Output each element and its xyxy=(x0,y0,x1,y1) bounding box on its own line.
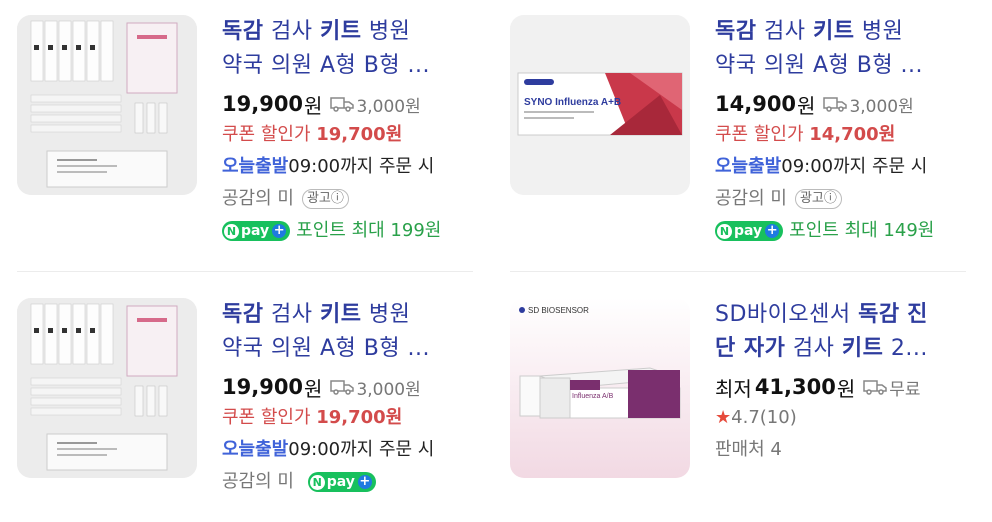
ad-badge[interactable]: 광고ⓘ xyxy=(301,189,349,209)
product-image[interactable]: SYNO Influenza A+B xyxy=(510,15,690,195)
shipping-fee: 무료 xyxy=(889,379,921,400)
box-text: Influenza A/B xyxy=(572,393,614,400)
product-card[interactable]: SYNO Influenza A+B 독감 검사 키트 병원 약국 의원 A형 … xyxy=(510,15,980,245)
test-kit-image xyxy=(17,15,197,195)
plus-icon: + xyxy=(765,223,780,238)
product-image[interactable] xyxy=(17,15,197,195)
test-kit-image xyxy=(17,298,197,478)
product-card[interactable]: SD BIOSENSOR Influenza A/B SD바이오센서 독감 진 … xyxy=(510,298,980,518)
npay-n-icon: N xyxy=(717,223,732,239)
shipping-fee: 3,000원 xyxy=(356,379,421,400)
npay-n-icon: N xyxy=(309,474,325,490)
truck-icon xyxy=(330,97,355,112)
product-card[interactable]: 독감 검사 키트 병원 약국 의원 A형 B형 ... 19,900 원 3,00… xyxy=(17,15,487,245)
price: 19,900 xyxy=(222,92,304,116)
today-shipping: 오늘출발09:00까지 주문 시 xyxy=(222,156,435,177)
price-row: 19,900 원 3,000원 xyxy=(222,375,421,401)
npay-n-icon: N xyxy=(224,223,239,239)
brand-text: SD BIOSENSOR xyxy=(528,306,589,315)
rating[interactable]: ★4.7(10) xyxy=(715,402,975,434)
npay-points: Npay + 포인트 최대 199원 xyxy=(222,215,482,247)
shipping-fee: 3,000원 xyxy=(356,96,421,117)
truck-icon xyxy=(823,97,848,112)
coupon-price: 쿠폰 할인가 19,700원 xyxy=(222,407,403,428)
product-image[interactable]: SD BIOSENSOR Influenza A/B xyxy=(510,298,690,478)
price: 14,900 xyxy=(715,92,797,116)
product-title[interactable]: 독감 검사 키트 병원 약국 의원 A형 B형 ... xyxy=(222,298,482,366)
price: 19,900 xyxy=(222,375,304,399)
ad-badge[interactable]: 광고ⓘ xyxy=(794,189,842,209)
truck-icon xyxy=(863,380,888,395)
today-shipping: 오늘출발09:00까지 주문 시 xyxy=(222,439,435,460)
plus-icon: + xyxy=(272,223,287,238)
plus-icon: + xyxy=(357,474,372,489)
kit-name-text: SYNO Influenza A+B xyxy=(524,97,621,108)
product-title[interactable]: 독감 검사 키트 병원 약국 의원 A형 B형 ... xyxy=(222,15,482,83)
npay-points: Npay + 포인트 최대 149원 xyxy=(715,215,975,247)
coupon-price: 쿠폰 할인가 14,700원 xyxy=(715,124,896,145)
lowest-label: 최저 xyxy=(715,376,752,401)
npay-badge: Npay + xyxy=(307,472,376,492)
today-shipping: 오늘출발09:00까지 주문 시 xyxy=(715,156,928,177)
seller[interactable]: 공감의 미 광고ⓘ xyxy=(222,183,482,215)
npay-badge: Npay + xyxy=(222,221,291,241)
price-row: 19,900 원 3,000원 xyxy=(222,92,421,118)
sd-biosensor-kit-image: SD BIOSENSOR Influenza A/B xyxy=(510,298,690,478)
divider xyxy=(17,271,473,272)
coupon-price: 쿠폰 할인가 19,700원 xyxy=(222,124,403,145)
product-title[interactable]: SD바이오센서 독감 진 단 자가 검사 키트 2... xyxy=(715,298,975,366)
truck-icon xyxy=(330,380,355,395)
product-card[interactable]: 독감 검사 키트 병원 약국 의원 A형 B형 ... 19,900 원 3,00… xyxy=(17,298,487,518)
price: 41,300 xyxy=(754,375,836,399)
seller[interactable]: 공감의 미 광고ⓘ xyxy=(715,183,975,215)
npay-badge: Npay + xyxy=(715,221,784,241)
price-row: 14,900 원 3,000원 xyxy=(715,92,914,118)
product-image[interactable] xyxy=(17,298,197,478)
shipping-fee: 3,000원 xyxy=(849,96,914,117)
influenza-kit-image: SYNO Influenza A+B xyxy=(510,15,690,195)
product-title[interactable]: 독감 검사 키트 병원 약국 의원 A형 B형 ... xyxy=(715,15,975,83)
divider xyxy=(510,271,966,272)
star-icon: ★ xyxy=(715,407,732,428)
seller[interactable]: 공감의 미 Npay + xyxy=(222,466,482,498)
seller-count[interactable]: 판매처 4 xyxy=(715,434,975,466)
price-row: 최저 41,300 원 무료 xyxy=(715,372,975,402)
